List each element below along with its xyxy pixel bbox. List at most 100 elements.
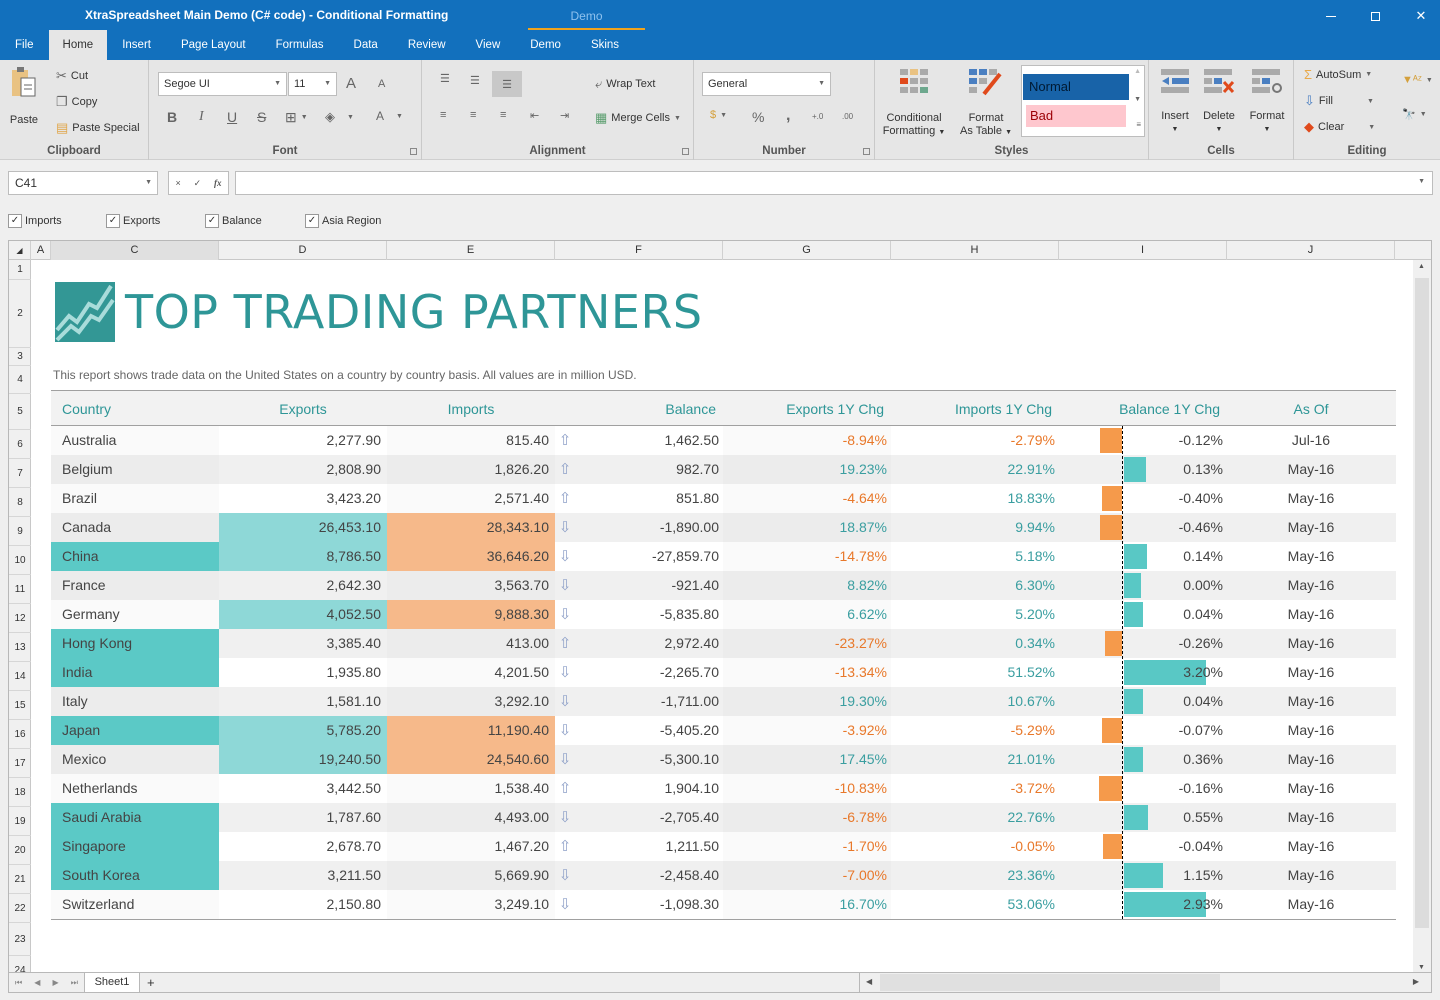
row-header[interactable]: 13 — [9, 633, 31, 662]
cell-impc[interactable]: 5.20% — [891, 600, 1059, 629]
cell-bal[interactable]: 982.70 — [555, 455, 723, 484]
add-sheet-button[interactable]: + — [147, 973, 155, 992]
cell-country[interactable]: France — [51, 571, 219, 600]
cell-balc[interactable]: 0.13% — [1059, 455, 1227, 484]
cell-imp[interactable]: 5,669.90 — [387, 861, 555, 890]
cell-impc[interactable]: -0.05% — [891, 832, 1059, 861]
alignment-dialog-launcher[interactable] — [682, 148, 689, 155]
font-size-select[interactable]: 11 ▼ — [288, 72, 337, 96]
cell-imp[interactable]: 36,646.20 — [387, 542, 555, 571]
cell-imp[interactable]: 1,467.20 — [387, 832, 555, 861]
merge-cells-button[interactable]: ▦ Merge Cells ▼ — [595, 110, 681, 126]
cell-expc[interactable]: 6.62% — [723, 600, 891, 629]
cell-expc[interactable]: -14.78% — [723, 542, 891, 571]
row-header[interactable]: 14 — [9, 662, 31, 691]
row-header[interactable]: 12 — [9, 604, 31, 633]
cell-country[interactable]: Australia — [51, 426, 219, 455]
cell-imp[interactable]: 1,826.20 — [387, 455, 555, 484]
increase-indent-button[interactable]: ⇥ — [560, 109, 569, 122]
tab-file[interactable]: File — [0, 30, 49, 60]
cell-exp[interactable]: 26,453.10 — [219, 513, 387, 542]
cell-bal[interactable]: 851.80 — [555, 484, 723, 513]
cell-exp[interactable]: 8,786.50 — [219, 542, 387, 571]
tab-formulas[interactable]: Formulas — [261, 30, 339, 60]
strikethrough-button[interactable]: S — [257, 109, 266, 125]
cell-bal[interactable]: -1,890.00 — [555, 513, 723, 542]
cell-impc[interactable]: 0.34% — [891, 629, 1059, 658]
cell-asof[interactable]: May-16 — [1227, 774, 1395, 803]
align-top-button[interactable]: ☰ — [440, 72, 450, 85]
insert-function-icon[interactable]: fx — [214, 178, 222, 188]
column-header-a[interactable]: A — [31, 241, 51, 260]
cell-impc[interactable]: 9.94% — [891, 513, 1059, 542]
cell-balc[interactable]: 0.04% — [1059, 600, 1227, 629]
align-center-button[interactable]: ≡ — [470, 109, 476, 121]
row-header[interactable]: 24 — [9, 956, 31, 972]
cell-exp[interactable]: 1,935.80 — [219, 658, 387, 687]
cell-balc[interactable]: 1.15% — [1059, 861, 1227, 890]
filter-asia-region[interactable]: ✓ Asia Region — [305, 214, 381, 228]
cell-impc[interactable]: -3.72% — [891, 774, 1059, 803]
cell-country[interactable]: Singapore — [51, 832, 219, 861]
cell-balc[interactable]: -0.04% — [1059, 832, 1227, 861]
cell-impc[interactable]: 21.01% — [891, 745, 1059, 774]
cell-country[interactable]: China — [51, 542, 219, 571]
column-header-h[interactable]: H — [891, 241, 1059, 260]
row-header[interactable]: 1 — [9, 260, 31, 280]
filter-exports[interactable]: ✓ Exports — [106, 214, 160, 228]
cell-expc[interactable]: -23.27% — [723, 629, 891, 658]
cell-expc[interactable]: -3.92% — [723, 716, 891, 745]
cell-imp[interactable]: 3,292.10 — [387, 687, 555, 716]
row-header[interactable]: 17 — [9, 749, 31, 778]
filter-imports[interactable]: ✓ Imports — [8, 214, 62, 228]
cell-country[interactable]: Mexico — [51, 745, 219, 774]
cell-country[interactable]: Saudi Arabia — [51, 803, 219, 832]
column-header-f[interactable]: F — [555, 241, 723, 260]
copy-button[interactable]: ❐ Copy — [56, 94, 97, 110]
cell-bal[interactable]: -1,711.00 — [555, 687, 723, 716]
cell-balc[interactable]: 0.55% — [1059, 803, 1227, 832]
cell-bal[interactable]: -27,859.70 — [555, 542, 723, 571]
cell-imp[interactable]: 28,343.10 — [387, 513, 555, 542]
row-header[interactable]: 21 — [9, 865, 31, 894]
tab-review[interactable]: Review — [393, 30, 461, 60]
fill-color-button[interactable]: ◈ ▼ — [325, 109, 354, 125]
cell-expc[interactable]: 17.45% — [723, 745, 891, 774]
delete-cells-button[interactable]: Delete ▼ — [1199, 68, 1239, 136]
scroll-up-icon[interactable]: ▲ — [1418, 263, 1425, 270]
column-header-d[interactable]: D — [219, 241, 387, 260]
gallery-expand-icon[interactable]: ≡ — [1136, 120, 1141, 129]
cell-exp[interactable]: 4,052.50 — [219, 600, 387, 629]
cell-bal[interactable]: 1,462.50 — [555, 426, 723, 455]
row-header[interactable]: 20 — [9, 836, 31, 865]
cell-country[interactable]: Japan — [51, 716, 219, 745]
cell-asof[interactable]: Jul-16 — [1227, 426, 1395, 455]
worksheet-content[interactable]: TOP TRADING PARTNERS This report shows t… — [31, 260, 1414, 972]
cell-balc[interactable]: -0.26% — [1059, 629, 1227, 658]
row-header[interactable]: 9 — [9, 517, 31, 546]
cell-bal[interactable]: 1,211.50 — [555, 832, 723, 861]
cell-expc[interactable]: 18.87% — [723, 513, 891, 542]
insert-cells-button[interactable]: Insert ▼ — [1155, 68, 1195, 136]
number-format-select[interactable]: General ▼ — [702, 72, 831, 96]
align-right-button[interactable]: ≡ — [500, 109, 506, 121]
autosum-button[interactable]: Σ AutoSum ▼ — [1304, 67, 1372, 82]
column-header-c[interactable]: C — [51, 241, 219, 260]
column-header-g[interactable]: G — [723, 241, 891, 260]
cell-exp[interactable]: 2,150.80 — [219, 890, 387, 919]
row-header[interactable]: 15 — [9, 691, 31, 720]
cell-expc[interactable]: -8.94% — [723, 426, 891, 455]
cell-impc[interactable]: 23.36% — [891, 861, 1059, 890]
cell-impc[interactable]: 18.83% — [891, 484, 1059, 513]
next-sheet-icon[interactable]: ▶ — [53, 978, 59, 987]
format-as-table-button[interactable]: Format As Table ▼ — [955, 68, 1017, 139]
cell-expc[interactable]: -6.78% — [723, 803, 891, 832]
cell-exp[interactable]: 3,423.20 — [219, 484, 387, 513]
style-bad[interactable]: Bad — [1026, 105, 1126, 127]
cell-impc[interactable]: -2.79% — [891, 426, 1059, 455]
row-header[interactable]: 22 — [9, 894, 31, 923]
cell-country[interactable]: Switzerland — [51, 890, 219, 919]
cell-imp[interactable]: 3,249.10 — [387, 890, 555, 919]
name-box[interactable]: C41 ▼ — [8, 171, 158, 195]
row-header[interactable]: 5 — [9, 394, 31, 430]
